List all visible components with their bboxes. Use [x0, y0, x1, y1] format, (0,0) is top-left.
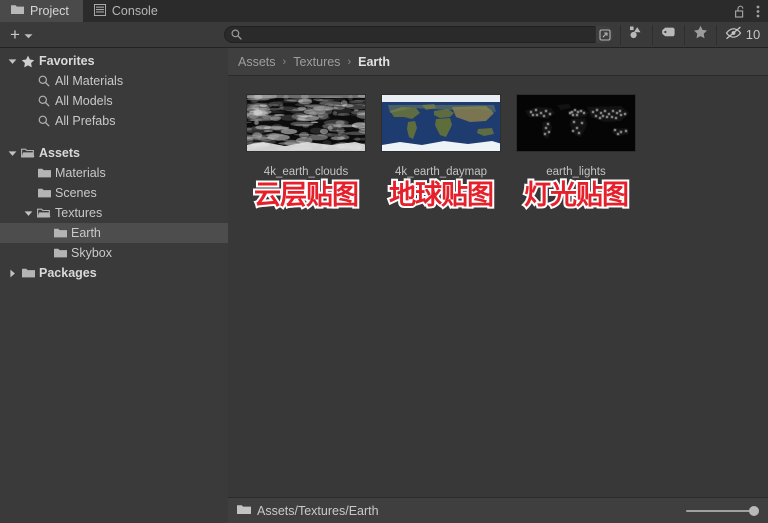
current-path: Assets/Textures/Earth [237, 504, 379, 518]
hidden-items-indicator[interactable]: 10 [716, 24, 768, 45]
hidden-items-count: 10 [745, 27, 761, 42]
status-bar: Assets/Textures/Earth [228, 497, 768, 523]
tag-icon [661, 26, 677, 44]
sidebar-item-favorites[interactable]: Favorites [0, 51, 228, 71]
tabbar-actions [735, 0, 768, 22]
asset-item[interactable]: earth_lights 灯光贴图 [516, 94, 636, 212]
breadcrumb-item-assets[interactable]: Assets [238, 55, 276, 69]
breadcrumb[interactable]: Assets › Textures › Earth [228, 48, 768, 76]
sidebar-item-label: All Materials [55, 74, 124, 88]
chevron-down-icon[interactable] [6, 58, 19, 65]
tab-project-label: Project [30, 4, 69, 18]
sidebar-item-scenes[interactable]: Scenes [0, 183, 228, 203]
chevron-right-icon[interactable] [6, 269, 19, 278]
search-field[interactable] [224, 26, 614, 43]
folder-icon [35, 188, 53, 198]
asset-item[interactable]: 4k_earth_daymap 地球贴图 [381, 94, 501, 212]
toolbar-filters: 10 [620, 22, 768, 48]
chevron-down-icon[interactable] [6, 150, 19, 157]
asset-browser: Assets › Textures › Earth 4k_earth_clouds 云层贴… [228, 48, 768, 497]
star-icon [19, 55, 37, 68]
search-icon [35, 75, 53, 87]
chevron-down-icon [24, 26, 33, 44]
asset-name-label: 4k_earth_daymap [394, 166, 488, 178]
kebab-menu-icon[interactable] [756, 5, 760, 18]
search-icon [231, 29, 242, 40]
thumbnail-zoom-slider[interactable] [686, 504, 759, 518]
folder-icon [11, 4, 24, 18]
asset-grid[interactable]: 4k_earth_clouds 云层贴图 4k_earth_daymap 地球贴图 ea… [228, 76, 768, 212]
tab-console-label: Console [111, 4, 158, 18]
sidebar-item-label: All Prefabs [55, 114, 116, 128]
sidebar-item-label: Textures [55, 206, 103, 220]
asset-thumbnail-daymap-texture[interactable] [381, 94, 501, 152]
folder-open-icon [35, 208, 53, 218]
project-folder-tree[interactable]: Favorites All Materials All Models All Pref… [0, 48, 228, 523]
asset-name-label: 4k_earth_clouds [263, 166, 349, 178]
tab-project[interactable]: Project [0, 0, 83, 22]
breadcrumb-separator: › [282, 55, 287, 68]
zoom-slider-handle[interactable] [749, 505, 759, 516]
filter-by-type-button[interactable] [620, 24, 652, 45]
filter-by-label-button[interactable] [652, 24, 684, 45]
folder-open-icon [19, 148, 37, 158]
sidebar-item-label: Favorites [39, 54, 95, 68]
breadcrumb-item-earth[interactable]: Earth [358, 55, 390, 69]
sidebar-item-all-materials[interactable]: All Materials [0, 71, 228, 91]
annotation-text: 灯光贴图 [522, 179, 631, 212]
breadcrumb-separator: › [347, 55, 352, 68]
search-icon [35, 115, 53, 127]
sidebar-item-materials[interactable]: Materials [0, 163, 228, 183]
sidebar-item-label: Materials [55, 166, 106, 180]
sidebar-item-label: Scenes [55, 186, 97, 200]
tab-console[interactable]: Console [83, 0, 172, 22]
sidebar-item-label: Assets [39, 146, 80, 160]
asset-thumbnail-lights-texture[interactable] [516, 94, 636, 152]
sidebar-item-all-prefabs[interactable]: All Prefabs [0, 111, 228, 131]
tree-group-gap [0, 131, 228, 143]
folder-icon [35, 168, 53, 178]
sidebar-item-label: All Models [55, 94, 113, 108]
sidebar-item-label: Earth [71, 226, 101, 240]
padlock-open-icon[interactable] [735, 5, 746, 18]
annotation-text: 地球贴图 [387, 179, 496, 212]
folder-icon [237, 504, 251, 518]
search-icon [35, 95, 53, 107]
breadcrumb-item-textures[interactable]: Textures [293, 55, 340, 69]
star-icon [693, 25, 708, 44]
window-tab-bar: Project Console [0, 0, 768, 22]
plus-icon: + [10, 25, 20, 44]
asset-item[interactable]: 4k_earth_clouds 云层贴图 [246, 94, 366, 212]
folder-icon [51, 248, 69, 258]
zoom-slider-track [686, 509, 758, 512]
open-in-search-window-icon[interactable] [595, 26, 614, 43]
chevron-down-icon[interactable] [22, 210, 35, 217]
tree-root: Favorites All Materials All Models All Pref… [0, 48, 228, 283]
filter-by-favorite-button[interactable] [684, 24, 716, 45]
unity-project-window: Project Console + 10 Favorites All Mater… [0, 0, 768, 523]
folder-icon [19, 268, 37, 278]
sidebar-item-label: Packages [39, 266, 97, 280]
sidebar-item-skybox[interactable]: Skybox [0, 243, 228, 263]
create-asset-button[interactable]: + [0, 26, 41, 44]
sidebar-item-label: Skybox [71, 246, 112, 260]
current-path-label: Assets/Textures/Earth [257, 503, 379, 518]
project-toolbar: + 10 [0, 22, 768, 48]
eye-slash-icon [725, 26, 744, 43]
asset-thumbnail-clouds-texture[interactable] [246, 94, 366, 152]
sidebar-item-textures[interactable]: Textures [0, 203, 228, 223]
asset-name-label: earth_lights [546, 166, 606, 178]
sidebar-item-packages[interactable]: Packages [0, 263, 228, 283]
sidebar-item-all-models[interactable]: All Models [0, 91, 228, 111]
annotation-text: 云层贴图 [252, 179, 361, 212]
list-icon [93, 3, 106, 19]
shapes-icon [629, 25, 645, 44]
folder-icon [51, 228, 69, 238]
search-input[interactable] [246, 27, 595, 42]
sidebar-item-assets[interactable]: Assets [0, 143, 228, 163]
sidebar-item-earth[interactable]: Earth [0, 223, 228, 243]
